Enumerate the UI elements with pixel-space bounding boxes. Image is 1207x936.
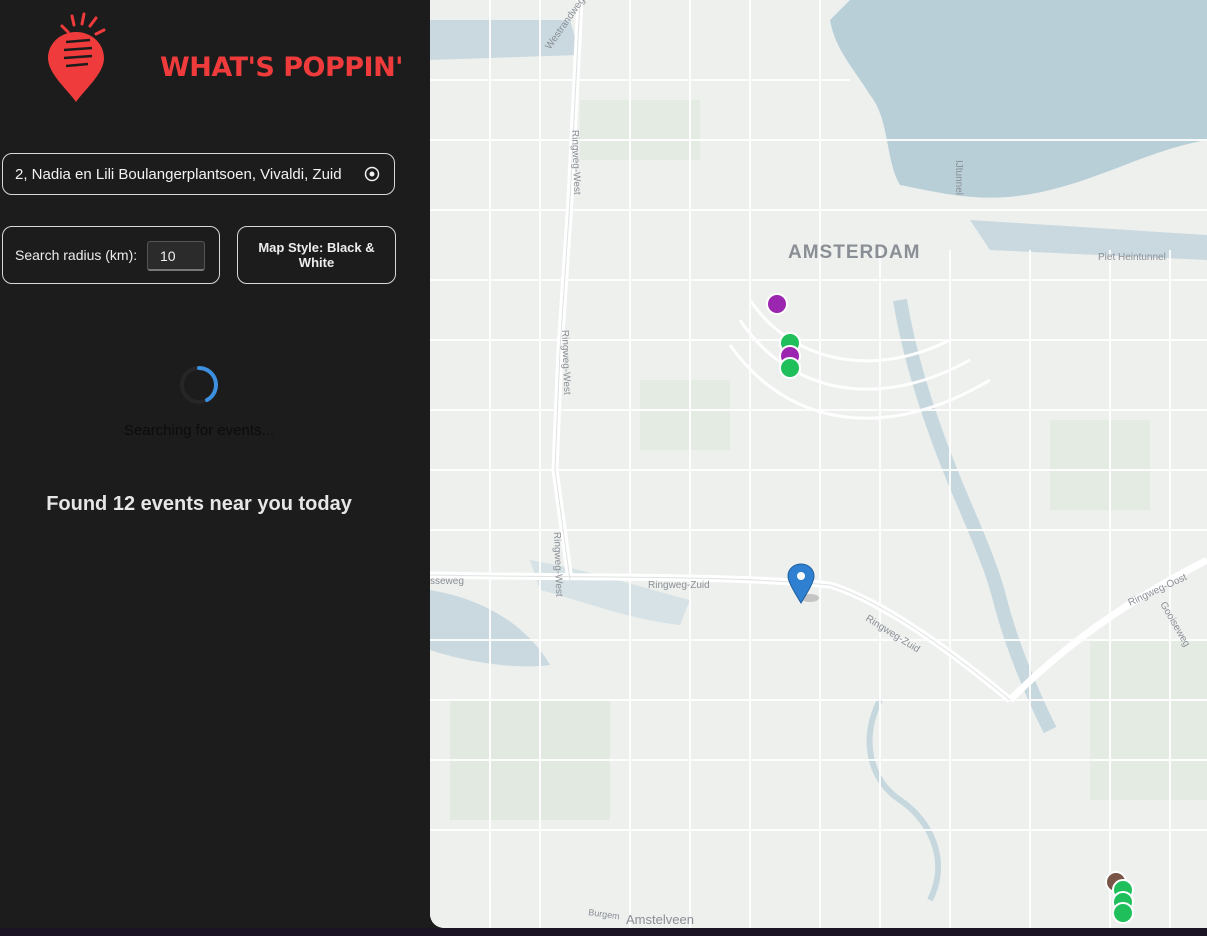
tunnel-label: Piet Heintunnel (1098, 252, 1166, 263)
road-label: Ringweg-West (569, 130, 582, 195)
map-view[interactable]: AMSTERDAM Westrandweg Ringweg-West Ringw… (430, 0, 1207, 928)
event-marker-arts[interactable] (1112, 902, 1134, 924)
district-label: Amstelveen (626, 912, 694, 927)
sidebar: WHAT'S POPPIN' Search radius (km): Map S… (0, 0, 430, 936)
bottom-bar (0, 928, 1207, 936)
logo-pin-icon (48, 12, 106, 102)
app-logo: WHAT'S POPPIN' (46, 12, 403, 104)
road-label: Ringweg-West (559, 330, 572, 395)
city-label: AMSTERDAM (788, 242, 921, 263)
event-marker-music[interactable] (766, 293, 788, 315)
loading-spinner-icon (180, 366, 218, 404)
address-field (2, 153, 395, 195)
event-marker-arts[interactable] (779, 357, 801, 379)
radius-input[interactable] (147, 241, 205, 271)
map-style-button[interactable]: Map Style: Black & White (237, 226, 396, 284)
tunnel-label: IJtunnel (953, 160, 964, 195)
address-input[interactable] (3, 154, 363, 194)
map-canvas[interactable]: AMSTERDAM Westrandweg Ringweg-West Ringw… (430, 0, 1207, 928)
road-label: sseweg (430, 576, 464, 587)
events-found-count: Found 12 events near you today (46, 493, 352, 515)
crosshair-icon[interactable] (364, 166, 380, 182)
radius-control: Search radius (km): (2, 226, 220, 284)
searching-status: Searching for events... (123, 422, 275, 439)
road-label: Ringweg-West (551, 532, 564, 597)
app-name: WHAT'S POPPIN' (160, 52, 403, 83)
road-label: Ringweg-Zuid (648, 580, 710, 591)
radius-label: Search radius (km): (15, 247, 138, 263)
